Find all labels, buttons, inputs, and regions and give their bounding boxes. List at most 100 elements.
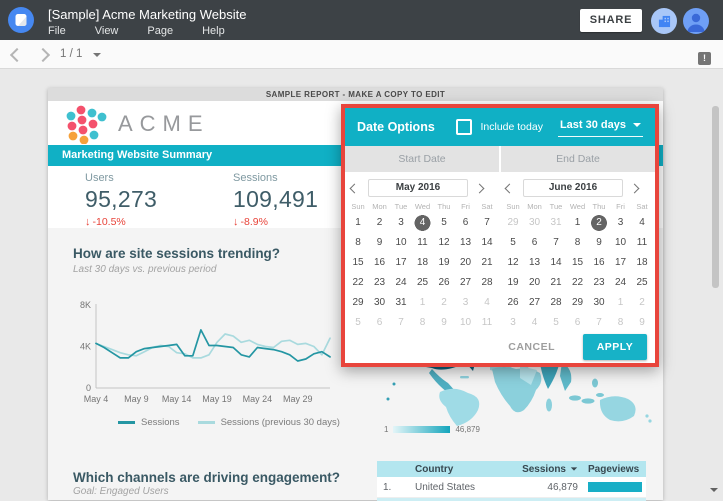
prev-month-icon[interactable] [350, 183, 360, 193]
calendar-day[interactable]: 22 [567, 273, 589, 293]
date-range-select[interactable]: Last 30 days [558, 117, 643, 137]
calendar-day[interactable]: 1 [412, 293, 434, 313]
calendar-day[interactable]: 6 [369, 313, 391, 333]
feedback-icon[interactable]: ! [698, 52, 711, 65]
calendar-day[interactable]: 27 [455, 273, 477, 293]
calendar-day[interactable]: 26 [433, 273, 455, 293]
calendar-day[interactable]: 5 [433, 213, 455, 233]
tab-start-date[interactable]: Start Date [345, 146, 499, 172]
calendar-day[interactable]: 7 [476, 213, 498, 233]
calendar-day[interactable]: 15 [347, 253, 369, 273]
calendar-day[interactable]: 9 [433, 313, 455, 333]
calendar-day[interactable]: 29 [502, 213, 524, 233]
calendar-day[interactable]: 3 [610, 213, 632, 233]
calendar-day[interactable]: 30 [524, 213, 546, 233]
calendar-day[interactable]: 16 [369, 253, 391, 273]
calendar-day[interactable]: 17 [390, 253, 412, 273]
data-studio-logo-icon[interactable] [8, 7, 34, 33]
calendar-day[interactable]: 2 [433, 293, 455, 313]
calendar-day[interactable]: 25 [631, 273, 653, 293]
calendar-day[interactable]: 12 [433, 233, 455, 253]
tab-end-date[interactable]: End Date [499, 146, 655, 172]
vertical-scrollbar[interactable] [712, 106, 719, 288]
calendar-day[interactable]: 16 [588, 253, 610, 273]
calendar-day[interactable]: 30 [588, 293, 610, 313]
calendar-day[interactable]: 3 [502, 313, 524, 333]
next-month-icon[interactable] [630, 183, 640, 193]
calendar-day[interactable]: 5 [545, 313, 567, 333]
calendar-day[interactable]: 9 [369, 233, 391, 253]
calendar-day[interactable]: 14 [545, 253, 567, 273]
calendar-day[interactable]: 22 [347, 273, 369, 293]
share-button[interactable]: SHARE [580, 9, 642, 32]
calendar-day[interactable]: 5 [502, 233, 524, 253]
calendar-day[interactable]: 9 [588, 233, 610, 253]
calendar-day[interactable]: 21 [545, 273, 567, 293]
calendar-day[interactable]: 10 [455, 313, 477, 333]
month-label[interactable]: May 2016 [368, 179, 468, 197]
calendar-day[interactable]: 4 [476, 293, 498, 313]
calendar-day[interactable]: 15 [567, 253, 589, 273]
calendar-day[interactable]: 8 [567, 233, 589, 253]
calendar-day[interactable]: 25 [412, 273, 434, 293]
calendar-day[interactable]: 11 [631, 233, 653, 253]
calendar-day[interactable]: 8 [412, 313, 434, 333]
scroll-down-icon[interactable] [710, 488, 718, 492]
calendar-day[interactable]: 5 [347, 313, 369, 333]
calendar-day[interactable]: 3 [455, 293, 477, 313]
calendar-day[interactable]: 13 [455, 233, 477, 253]
menu-page[interactable]: Page [147, 25, 173, 37]
calendar-day[interactable]: 14 [476, 233, 498, 253]
calendar-day[interactable]: 10 [390, 233, 412, 253]
calendar-day[interactable]: 4 [412, 213, 434, 233]
user-avatar[interactable] [683, 8, 709, 34]
sessions-line-chart[interactable]: 8K4K0May 4May 9May 14May 19May 24May 29 [78, 300, 340, 412]
menu-view[interactable]: View [95, 25, 119, 37]
calendar-day[interactable]: 19 [502, 273, 524, 293]
calendar-day[interactable]: 27 [524, 293, 546, 313]
calendar-day[interactable]: 29 [347, 293, 369, 313]
calendar-day[interactable]: 2 [369, 213, 391, 233]
calendar-day[interactable]: 1 [347, 213, 369, 233]
include-today-checkbox[interactable] [456, 119, 472, 135]
col-sessions[interactable]: Sessions [511, 464, 582, 475]
calendar-day[interactable]: 17 [610, 253, 632, 273]
calendar-day[interactable]: 29 [567, 293, 589, 313]
calendar-day[interactable]: 1 [567, 213, 589, 233]
calendar-day[interactable]: 20 [455, 253, 477, 273]
prev-page-icon[interactable] [10, 48, 24, 62]
calendar-day[interactable]: 7 [588, 313, 610, 333]
calendar-day[interactable]: 6 [524, 233, 546, 253]
calendar-day[interactable]: 10 [610, 233, 632, 253]
calendar-day[interactable]: 2 [588, 213, 610, 233]
calendar-day[interactable]: 7 [390, 313, 412, 333]
prev-month-icon[interactable] [505, 183, 515, 193]
month-label[interactable]: June 2016 [523, 179, 623, 197]
apply-button[interactable]: APPLY [583, 334, 647, 360]
calendar-day[interactable]: 11 [412, 233, 434, 253]
calendar-day[interactable]: 21 [476, 253, 498, 273]
calendar-day[interactable]: 28 [545, 293, 567, 313]
calendar-day[interactable]: 7 [545, 233, 567, 253]
page-dropdown-icon[interactable] [93, 53, 101, 57]
table-row[interactable]: 1.United States46,879 [377, 477, 646, 498]
calendar-day[interactable]: 30 [369, 293, 391, 313]
next-page-icon[interactable] [36, 48, 50, 62]
calendar-day[interactable]: 23 [588, 273, 610, 293]
calendar-day[interactable]: 12 [502, 253, 524, 273]
calendar-day[interactable]: 31 [390, 293, 412, 313]
menu-file[interactable]: File [48, 25, 66, 37]
menu-help[interactable]: Help [202, 25, 225, 37]
calendar-day[interactable]: 8 [610, 313, 632, 333]
organization-button[interactable] [651, 8, 677, 34]
page-indicator[interactable]: 1 / 1 [60, 48, 82, 60]
col-country[interactable]: Country [403, 464, 511, 475]
calendar-day[interactable]: 1 [610, 293, 632, 313]
calendar-day[interactable]: 6 [455, 213, 477, 233]
calendar-day[interactable]: 28 [476, 273, 498, 293]
calendar-day[interactable]: 11 [476, 313, 498, 333]
calendar-day[interactable]: 31 [545, 213, 567, 233]
calendar-day[interactable]: 13 [524, 253, 546, 273]
calendar-day[interactable]: 23 [369, 273, 391, 293]
calendar-day[interactable]: 18 [631, 253, 653, 273]
